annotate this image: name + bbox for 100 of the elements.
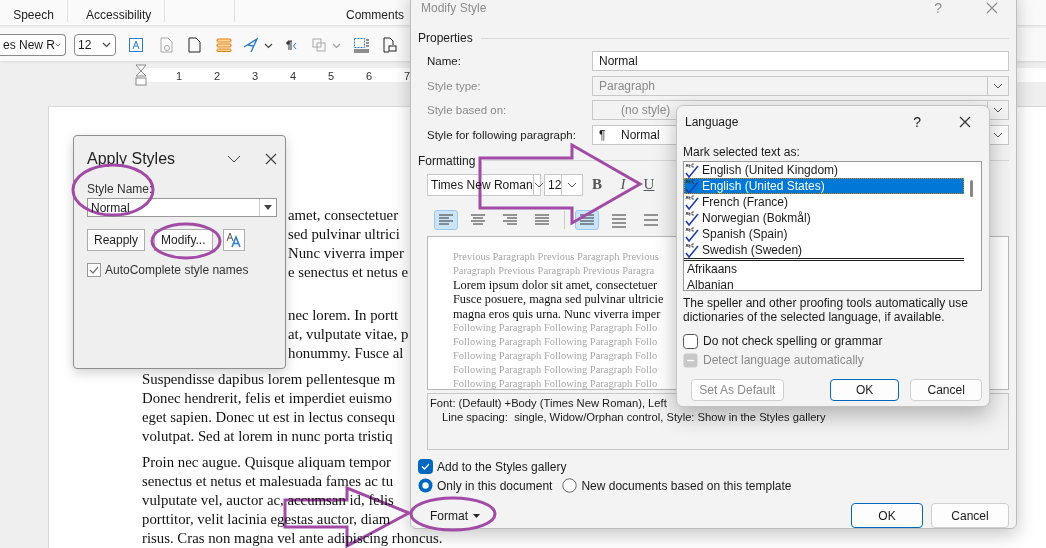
styles-icon bbox=[225, 232, 242, 248]
font-size-field[interactable]: 12 bbox=[74, 33, 116, 56]
language-item[interactable]: Norwegian (Bokmål) bbox=[684, 210, 964, 226]
page-icon[interactable] bbox=[188, 36, 201, 53]
body-text-line: volutpat. Sed at lorem in nunc porta tristiq bbox=[142, 427, 394, 446]
dialog-button[interactable]: OK bbox=[829, 379, 900, 401]
ruler-number: 5 bbox=[326, 70, 336, 82]
body-text-line: nec lorem. In portt bbox=[288, 306, 400, 325]
checkbox-label: Add to the Styles gallery bbox=[437, 459, 567, 474]
preview-text: Fusce posuere, magna sed pulvinar ultricie bbox=[453, 292, 665, 307]
preview-text: Following Paragraph Following Paragraph Follo bbox=[453, 363, 659, 377]
format-menu-button[interactable]: Format bbox=[420, 502, 490, 529]
italic-button[interactable]: I bbox=[610, 176, 636, 193]
line-spacing-icon bbox=[643, 211, 659, 228]
language-item[interactable]: French (France) bbox=[684, 194, 964, 210]
checkbox[interactable] bbox=[418, 459, 433, 474]
language-item[interactable]: English (United Kingdom) bbox=[684, 162, 964, 178]
bold-button[interactable]: B bbox=[584, 176, 610, 193]
language-list[interactable]: English (United Kingdom) English (United States) French (France) Norwegian (Bokmål) Spanish (Spain) Swedish (Sweden) Afrikaans Albanian bbox=[683, 161, 982, 291]
size-field[interactable]: 12 bbox=[544, 173, 583, 196]
ok-button[interactable]: OK bbox=[851, 503, 923, 528]
field-label: Style Name: bbox=[87, 182, 153, 196]
body-text-line: eget sapien. Donec ut est in lectus consequ bbox=[142, 408, 397, 427]
help-button[interactable]: ? bbox=[913, 114, 921, 130]
dialog-button[interactable]: Cancel bbox=[910, 379, 982, 401]
field-label: Name: bbox=[427, 55, 462, 67]
lines-icon[interactable] bbox=[216, 37, 232, 52]
language-item[interactable]: Albanian bbox=[684, 277, 964, 290]
body-text-line: Proin nec augue. Quisque aliquam tempor bbox=[142, 453, 393, 472]
language-item[interactable]: English (United States) bbox=[684, 178, 964, 194]
help-text: The speller and other proofing tools automatically use dictionaries of the selected language, if available. bbox=[683, 296, 968, 324]
dropdown-arrow-icon[interactable] bbox=[264, 205, 272, 210]
indent-marker-icon[interactable] bbox=[135, 64, 147, 86]
body-text-line: e senectus et netus e bbox=[288, 263, 409, 282]
section-heading: Formatting bbox=[418, 153, 476, 168]
ruler-number: 2 bbox=[212, 70, 222, 82]
checkbox-label: Do not check spelling or grammar bbox=[703, 334, 883, 348]
group-label: Comments bbox=[346, 8, 404, 22]
body-text-line: Donec hendrerit, felis et imperdiet euismo bbox=[142, 389, 393, 408]
section-heading: Properties bbox=[418, 31, 473, 45]
borders-icon[interactable] bbox=[353, 36, 369, 53]
field-label: Style based on: bbox=[427, 104, 508, 116]
font-name-field[interactable]: es New R bbox=[0, 33, 66, 56]
name-field[interactable]: Normal bbox=[592, 51, 1009, 71]
checkbox[interactable] bbox=[87, 263, 101, 277]
body-text-line: honummy. Fusce al bbox=[288, 344, 405, 363]
preview-text: Following Paragraph Following Paragraph Follo bbox=[453, 349, 659, 363]
radio-label: New documents based on this template bbox=[581, 478, 792, 493]
ruler-number: 4 bbox=[288, 70, 298, 82]
style-name-field[interactable]: Normal bbox=[87, 198, 277, 217]
spellcheck-icon bbox=[685, 178, 701, 194]
paragraph-button[interactable] bbox=[434, 209, 458, 230]
group-label: Accessibility bbox=[86, 8, 152, 22]
line-spacing-icon bbox=[611, 211, 627, 228]
text-direction-icon[interactable] bbox=[242, 36, 258, 53]
paragraph-direction-icon[interactable] bbox=[285, 38, 297, 51]
caret-icon bbox=[473, 513, 480, 518]
caret-icon bbox=[264, 42, 273, 49]
language-item[interactable]: Swedish (Sweden) bbox=[684, 242, 964, 261]
body-text-line: Nunc viverra imper bbox=[288, 244, 405, 263]
spellcheck-icon bbox=[685, 210, 701, 226]
panel-button[interactable]: Reapply bbox=[87, 229, 146, 251]
preview-text: Following Paragraph Following Paragraph Follo bbox=[453, 377, 659, 391]
radio-label: Only in this document bbox=[437, 478, 553, 493]
close-icon[interactable] bbox=[265, 153, 277, 165]
panel-button[interactable]: Modify... bbox=[154, 229, 213, 251]
styles-button[interactable] bbox=[222, 229, 245, 251]
checkbox[interactable] bbox=[683, 333, 698, 349]
language-item[interactable]: Afrikaans bbox=[684, 261, 964, 277]
field-label: Style for following paragraph: bbox=[427, 128, 577, 141]
field-label: Style type: bbox=[427, 79, 482, 92]
align-left-icon bbox=[438, 211, 454, 228]
list-label: Mark selected text as: bbox=[683, 145, 800, 159]
underline-button[interactable]: U bbox=[636, 176, 662, 193]
radio-button[interactable] bbox=[562, 478, 578, 493]
line-spacing-icon bbox=[579, 211, 595, 228]
language-item[interactable]: Spanish (Spain) bbox=[684, 226, 964, 242]
dialog-title: Language bbox=[685, 115, 740, 129]
justify-icon bbox=[534, 211, 550, 228]
ruler-number: 3 bbox=[250, 70, 260, 82]
checkbox-label: AutoComplete style names bbox=[105, 263, 249, 277]
preview-text: Following Paragraph Following Paragraph Follo bbox=[453, 321, 659, 335]
close-icon[interactable] bbox=[959, 116, 971, 128]
preview-text: Following Paragraph Following Paragraph Follo bbox=[453, 335, 659, 349]
caret-icon bbox=[55, 41, 61, 48]
chevron-icon[interactable] bbox=[227, 155, 241, 163]
align-center-icon bbox=[470, 211, 486, 228]
body-text-line: Suspendisse dapibus lorem pellentesque m bbox=[142, 370, 397, 389]
cancel-button[interactable]: Cancel bbox=[931, 503, 1009, 528]
body-text-line: at, vulputate vitae, p bbox=[288, 325, 410, 344]
annotation-ellipse bbox=[150, 222, 222, 260]
print-layout-icon[interactable] bbox=[383, 36, 397, 53]
text-box-icon[interactable] bbox=[128, 36, 144, 53]
radio-button[interactable] bbox=[418, 478, 433, 493]
spellcheck-icon bbox=[685, 242, 701, 258]
ruler-number: 6 bbox=[364, 70, 374, 82]
description-text: Font: (Default) +Body (Times New Roman), Left bbox=[430, 396, 667, 409]
caret-icon bbox=[332, 42, 341, 49]
preview-text: Paragraph Previous Paragraph Previous Paragra bbox=[453, 263, 656, 278]
body-text-line: amet, consectetuer bbox=[288, 206, 400, 225]
